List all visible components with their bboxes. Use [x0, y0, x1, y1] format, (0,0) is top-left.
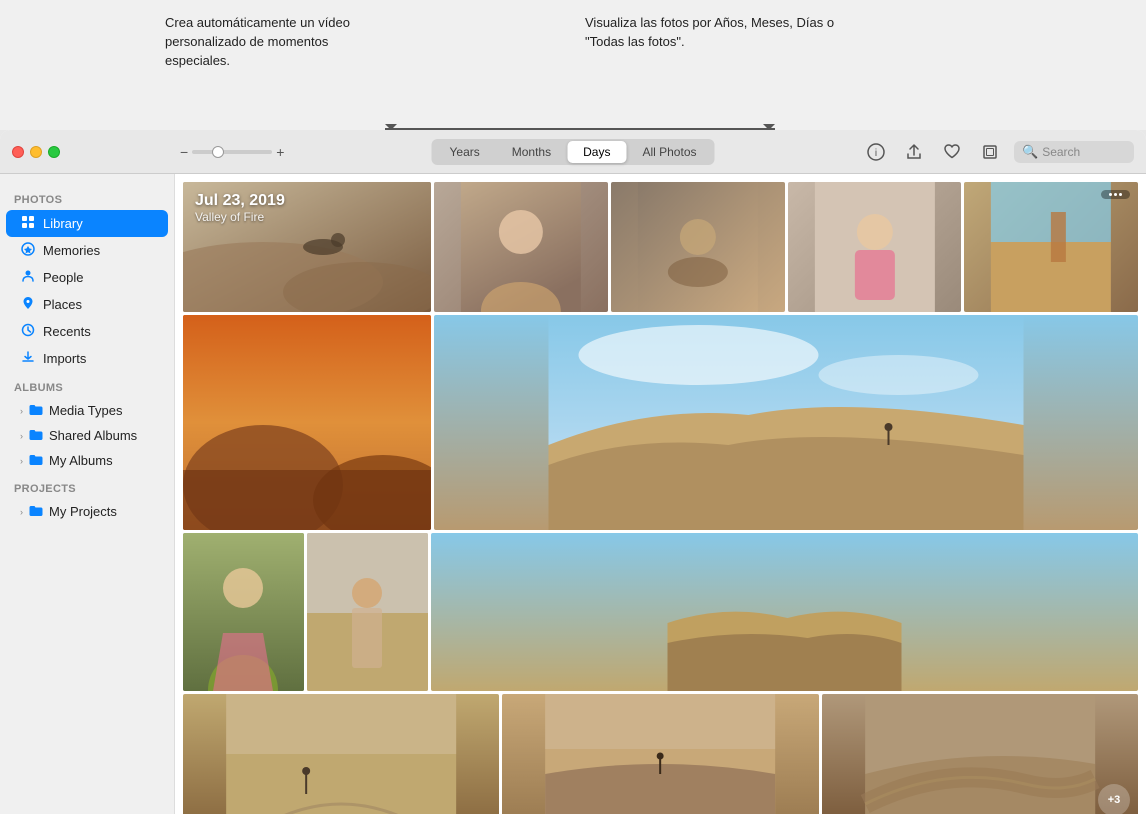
photo-day1-thumb4[interactable]: [964, 182, 1138, 312]
photos-section-label: Photos: [0, 184, 174, 210]
photo-day1-portrait1[interactable]: [183, 533, 304, 691]
imports-icon: [20, 350, 36, 367]
day1-place: Valley of Fire: [195, 210, 285, 224]
sidebar-label-recents: Recents: [43, 324, 91, 339]
sidebar-label-my-projects: My Projects: [49, 504, 117, 519]
search-placeholder: Search: [1042, 145, 1080, 159]
photo-area: Jul 23, 2019 Valley of Fire: [175, 174, 1146, 814]
photo-day1-portrait2[interactable]: [307, 533, 428, 691]
sidebar-item-my-albums[interactable]: › My Albums: [6, 448, 168, 473]
photo-day1-landscape1[interactable]: [183, 694, 499, 814]
media-types-folder-icon: [28, 403, 44, 418]
sidebar-label-shared-albums: Shared Albums: [49, 428, 137, 443]
heart-button[interactable]: [938, 138, 966, 166]
sidebar-item-places[interactable]: Places: [6, 291, 168, 318]
collapse-icon-shared-albums: ›: [20, 431, 23, 441]
search-box[interactable]: 🔍 Search: [1014, 141, 1134, 163]
photo-day1-big-rock[interactable]: [434, 315, 1138, 530]
sidebar-item-recents[interactable]: Recents: [6, 318, 168, 345]
plus-badge[interactable]: +3: [1098, 784, 1130, 814]
more-options-badge[interactable]: [1101, 190, 1130, 199]
traffic-lights: [12, 146, 60, 158]
collapse-icon-media-types: ›: [20, 406, 23, 416]
zoom-minus-button[interactable]: −: [180, 144, 188, 160]
tab-all-photos[interactable]: All Photos: [626, 141, 712, 163]
maximize-button[interactable]: [48, 146, 60, 158]
tab-months[interactable]: Months: [496, 141, 567, 163]
photo-day1-desert-dusk[interactable]: [183, 315, 431, 530]
minimize-button[interactable]: [30, 146, 42, 158]
sidebar-item-library[interactable]: Library: [6, 210, 168, 237]
sidebar-item-media-types[interactable]: › Media Types: [6, 398, 168, 423]
recents-icon: [20, 323, 36, 340]
sidebar-label-imports: Imports: [43, 351, 86, 366]
tooltip-right-text: Visualiza las fotos por Años, Meses, Día…: [585, 15, 834, 49]
projects-section-label: Projects: [0, 473, 174, 499]
photo-day1-landscape2[interactable]: [502, 694, 818, 814]
svg-text:i: i: [875, 148, 877, 159]
collapse-icon-my-projects: ›: [20, 507, 23, 517]
my-albums-folder-icon: [28, 453, 44, 468]
sidebar: Photos Library: [0, 174, 175, 814]
tooltip-area: Crea automáticamente un vídeo personaliz…: [0, 0, 1146, 130]
sidebar-item-my-projects[interactable]: › My Projects: [6, 499, 168, 524]
photo-day1-thumb3[interactable]: [788, 182, 962, 312]
albums-section-label: Albums: [0, 372, 174, 398]
photo-day1-thumb1[interactable]: [434, 182, 608, 312]
sidebar-item-people[interactable]: People: [6, 264, 168, 291]
view-tabs: Years Months Days All Photos: [432, 139, 715, 165]
day-section-1: Jul 23, 2019 Valley of Fire: [183, 182, 1138, 814]
share-button[interactable]: [900, 138, 928, 166]
content-area: Photos Library: [0, 174, 1146, 814]
memories-icon: [20, 242, 36, 259]
photo-day1-main[interactable]: Jul 23, 2019 Valley of Fire: [183, 182, 431, 312]
sidebar-label-media-types: Media Types: [49, 403, 122, 418]
library-icon: [20, 215, 36, 232]
crop-button[interactable]: [976, 138, 1004, 166]
tooltip-right: Visualiza las fotos por Años, Meses, Día…: [585, 14, 845, 52]
collapse-icon-my-albums: ›: [20, 456, 23, 466]
places-icon: [20, 296, 36, 313]
dot3: [1119, 193, 1122, 196]
search-icon: 🔍: [1022, 144, 1038, 160]
sidebar-item-imports[interactable]: Imports: [6, 345, 168, 372]
titlebar: − + Years Months Days All Photos i: [0, 130, 1146, 174]
zoom-plus-button[interactable]: +: [276, 144, 284, 160]
toolbar-right: i 🔍 Searc: [862, 138, 1134, 166]
sidebar-item-shared-albums[interactable]: › Shared Albums: [6, 423, 168, 448]
zoom-thumb[interactable]: [212, 146, 224, 158]
sidebar-label-people: People: [43, 270, 83, 285]
tooltip-left: Crea automáticamente un vídeo personaliz…: [165, 14, 385, 71]
my-projects-folder-icon: [28, 504, 44, 519]
shared-albums-folder-icon: [28, 428, 44, 443]
sidebar-label-my-albums: My Albums: [49, 453, 113, 468]
info-button[interactable]: i: [862, 138, 890, 166]
sidebar-label-memories: Memories: [43, 243, 100, 258]
sidebar-item-memories[interactable]: Memories: [6, 237, 168, 264]
tab-years[interactable]: Years: [434, 141, 496, 163]
dot1: [1109, 193, 1112, 196]
photo-day1-valley2[interactable]: [431, 533, 1138, 691]
day1-date: Jul 23, 2019: [195, 192, 285, 210]
sidebar-label-places: Places: [43, 297, 82, 312]
zoom-slider[interactable]: [192, 150, 272, 154]
dot2: [1114, 193, 1117, 196]
sidebar-label-library: Library: [43, 216, 83, 231]
photo-day1-thumb2[interactable]: [611, 182, 785, 312]
people-icon: [20, 269, 36, 286]
photo-day1-landscape3[interactable]: +3: [822, 694, 1138, 814]
tab-days[interactable]: Days: [567, 141, 626, 163]
close-button[interactable]: [12, 146, 24, 158]
zoom-control: − +: [180, 144, 284, 160]
tooltip-left-text: Crea automáticamente un vídeo personaliz…: [165, 15, 350, 68]
tab-group: Years Months Days All Photos: [432, 139, 715, 165]
day1-title: Jul 23, 2019 Valley of Fire: [183, 182, 297, 234]
app-window: − + Years Months Days All Photos i: [0, 130, 1146, 814]
